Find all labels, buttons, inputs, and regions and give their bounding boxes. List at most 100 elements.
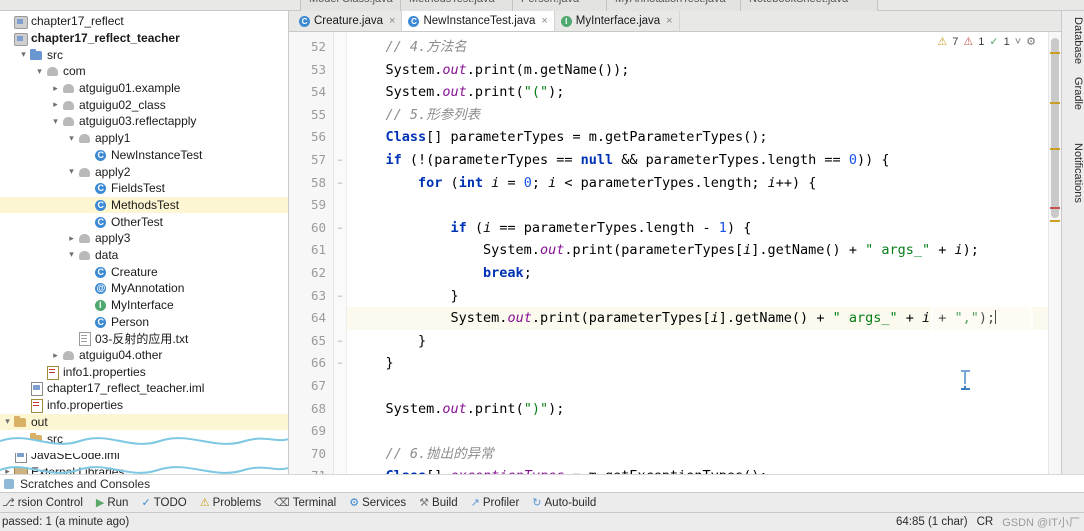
tree-node[interactable]: FieldsTest <box>0 180 288 197</box>
tree-node[interactable]: ▾ apply1 <box>0 130 288 147</box>
editor-tab[interactable]: MyInterface.java × <box>554 11 680 31</box>
editor-tab-bar[interactable]: Creature.java×NewInstanceTest.java×MyInt… <box>289 11 1061 32</box>
tree-node[interactable]: ▾ atguigu03.reflectapply <box>0 113 288 130</box>
chevron-right-icon[interactable]: ▸ <box>66 233 77 244</box>
tree-node[interactable]: chapter17_reflect_teacher <box>0 30 288 47</box>
chevron-right-icon[interactable]: ▸ <box>2 466 13 474</box>
project-tool-window[interactable]: chapter17_reflect chapter17_reflect_teach… <box>0 11 289 474</box>
inspection-marker-warning[interactable] <box>1050 102 1060 104</box>
status-bar[interactable]: passed: 1 (a minute ago) 64:85 (1 char) … <box>0 512 1084 531</box>
chevron-down-icon[interactable]: ▾ <box>34 66 45 77</box>
tool-button-gradle[interactable]: Gradle <box>1062 73 1084 114</box>
code-line[interactable]: System.out.print("("); <box>347 81 1048 104</box>
tree-node[interactable]: chapter17_reflect_teacher.iml <box>0 380 288 397</box>
fold-toggle-icon[interactable]: − <box>334 217 346 240</box>
tree-node[interactable]: MyInterface <box>0 297 288 314</box>
tool-button-database[interactable]: Database <box>1062 13 1084 68</box>
inspection-marker-error[interactable] <box>1050 207 1060 209</box>
tree-node[interactable]: JavaSECode.iml <box>0 447 288 464</box>
bottom-tool-button[interactable]: ↻ Auto-build <box>532 496 596 510</box>
bottom-tool-button[interactable]: ⌫ Terminal <box>274 496 336 510</box>
fold-toggle-icon[interactable]: − <box>334 352 346 375</box>
tree-node[interactable]: Person <box>0 313 288 330</box>
tree-node[interactable]: ▸ atguigu02_class <box>0 96 288 113</box>
tree-node[interactable]: ▾ apply2 <box>0 163 288 180</box>
caret-position[interactable]: 64:85 (1 char) <box>896 516 968 528</box>
chevron-right-icon[interactable]: ▸ <box>50 350 61 361</box>
line-separator[interactable]: CR <box>977 516 994 528</box>
chevron-down-icon[interactable]: ▾ <box>66 166 77 177</box>
bottom-tool-button[interactable]: ⎇ rsion Control <box>2 496 83 510</box>
project-tree[interactable]: chapter17_reflect chapter17_reflect_teach… <box>0 11 288 474</box>
right-tool-strip[interactable]: Database Gradle Notifications <box>1061 11 1084 474</box>
chevron-down-icon[interactable]: ▾ <box>66 133 77 144</box>
tree-node[interactable]: ▾ out <box>0 413 288 431</box>
bottom-tool-button[interactable]: ↗ Profiler <box>471 496 520 510</box>
bottom-tool-window-bar[interactable]: ⎇ rsion Control ▶ Run ✓ TODO ⚠ Problems ⌫ Termina… <box>0 492 1084 512</box>
bottom-tool-button[interactable]: ✓ TODO <box>141 496 186 510</box>
code-line[interactable]: break; <box>347 262 1048 285</box>
tree-node[interactable]: ▾ com <box>0 63 288 80</box>
chevron-right-icon[interactable]: ▸ <box>50 83 61 94</box>
close-icon[interactable]: × <box>541 15 547 27</box>
video-play-overlay[interactable] <box>931 302 1033 386</box>
code-folding-gutter[interactable]: −−−−−−− <box>334 32 347 474</box>
chevron-right-icon[interactable]: ▸ <box>50 99 61 110</box>
code-line[interactable]: Class[] exceptionTypes = m.getExceptionT… <box>347 465 1048 474</box>
settings-icon[interactable]: ⚙ <box>1026 35 1036 48</box>
code-line[interactable]: Class[] parameterTypes = m.getParameterT… <box>347 126 1048 149</box>
editor-scrollbar[interactable] <box>1048 32 1061 474</box>
tree-node[interactable]: src <box>0 430 288 447</box>
inspection-marker-warning[interactable] <box>1050 148 1060 150</box>
bottom-tool-button[interactable]: ⚠ Problems <box>200 496 261 510</box>
tree-node[interactable]: 03-反射的应用.txt <box>0 330 288 347</box>
tree-node[interactable]: info.properties <box>0 397 288 414</box>
tree-node[interactable]: MethodsTest <box>0 196 288 214</box>
tree-node[interactable]: Creature <box>0 263 288 280</box>
status-bar-right[interactable]: 64:85 (1 char) CR GSDN @IT小厂 <box>896 513 1080 531</box>
bottom-tool-button[interactable]: ▶ Run <box>96 496 129 510</box>
editor-tab[interactable]: NewInstanceTest.java × <box>402 11 555 31</box>
chevron-down-icon[interactable]: ▾ <box>18 49 29 60</box>
code-editor[interactable]: 5253545556575859606162636465666768697071… <box>289 32 1061 474</box>
code-line[interactable]: if (i == parameterTypes.length - 1) { <box>347 217 1048 240</box>
editor-tab[interactable]: Creature.java × <box>293 11 403 31</box>
tree-node[interactable]: info1.properties <box>0 363 288 380</box>
scrollbar-thumb[interactable] <box>1051 38 1059 218</box>
chevron-down-icon[interactable]: ▾ <box>66 249 77 260</box>
bottom-tool-button[interactable]: ⚙ Services <box>349 496 406 510</box>
tree-node[interactable]: ▾ src <box>0 46 288 63</box>
bottom-tool-button[interactable]: ⚒ Build <box>419 496 457 510</box>
inspection-marker-warning[interactable] <box>1050 220 1060 222</box>
fold-toggle-icon[interactable]: − <box>334 330 346 353</box>
tree-node[interactable]: ▸ atguigu01.example <box>0 80 288 97</box>
code-line[interactable] <box>347 420 1048 443</box>
code-line[interactable]: if (!(parameterTypes == null && paramete… <box>347 149 1048 172</box>
chevron-down-icon[interactable]: ▾ <box>2 416 13 427</box>
tree-node[interactable]: chapter17_reflect <box>0 13 288 30</box>
code-line[interactable]: System.out.print(m.getName()); <box>347 59 1048 82</box>
fold-toggle-icon[interactable]: − <box>334 172 346 195</box>
inspection-marker-warning[interactable] <box>1050 52 1060 54</box>
scratches-row[interactable]: Scratches and Consoles <box>0 474 1084 492</box>
fold-toggle-icon[interactable]: − <box>334 285 346 308</box>
fold-toggle-icon[interactable]: − <box>334 149 346 172</box>
chevron-down-icon[interactable]: ▾ <box>50 116 61 127</box>
tool-button-notifications[interactable]: Notifications <box>1062 139 1084 207</box>
code-line[interactable]: for (int i = 0; i < parameterTypes.lengt… <box>347 172 1048 195</box>
tree-node[interactable]: NewInstanceTest <box>0 147 288 164</box>
tree-node[interactable]: OtherTest <box>0 213 288 230</box>
code-line[interactable] <box>347 194 1048 217</box>
close-icon[interactable]: × <box>389 15 395 27</box>
tree-node[interactable]: MyAnnotation <box>0 280 288 297</box>
tree-node[interactable]: ▸ External Libraries <box>0 464 288 474</box>
close-icon[interactable]: × <box>666 15 672 27</box>
tree-node[interactable]: ▸ atguigu04.other <box>0 347 288 364</box>
code-line[interactable]: // 6.抛出的异常 <box>347 443 1048 466</box>
code-line[interactable]: // 5.形参列表 <box>347 104 1048 127</box>
code-line[interactable]: System.out.print(parameterTypes[i].getNa… <box>347 239 1048 262</box>
play-icon[interactable] <box>969 330 989 356</box>
chevron-down-icon[interactable]: ˅ <box>1015 36 1021 48</box>
tree-node[interactable]: ▾ data <box>0 247 288 264</box>
inspection-widget[interactable]: ⚠ 7 ⚠ 1 ✓ 1 ˅ ⚙ <box>934 34 1039 49</box>
